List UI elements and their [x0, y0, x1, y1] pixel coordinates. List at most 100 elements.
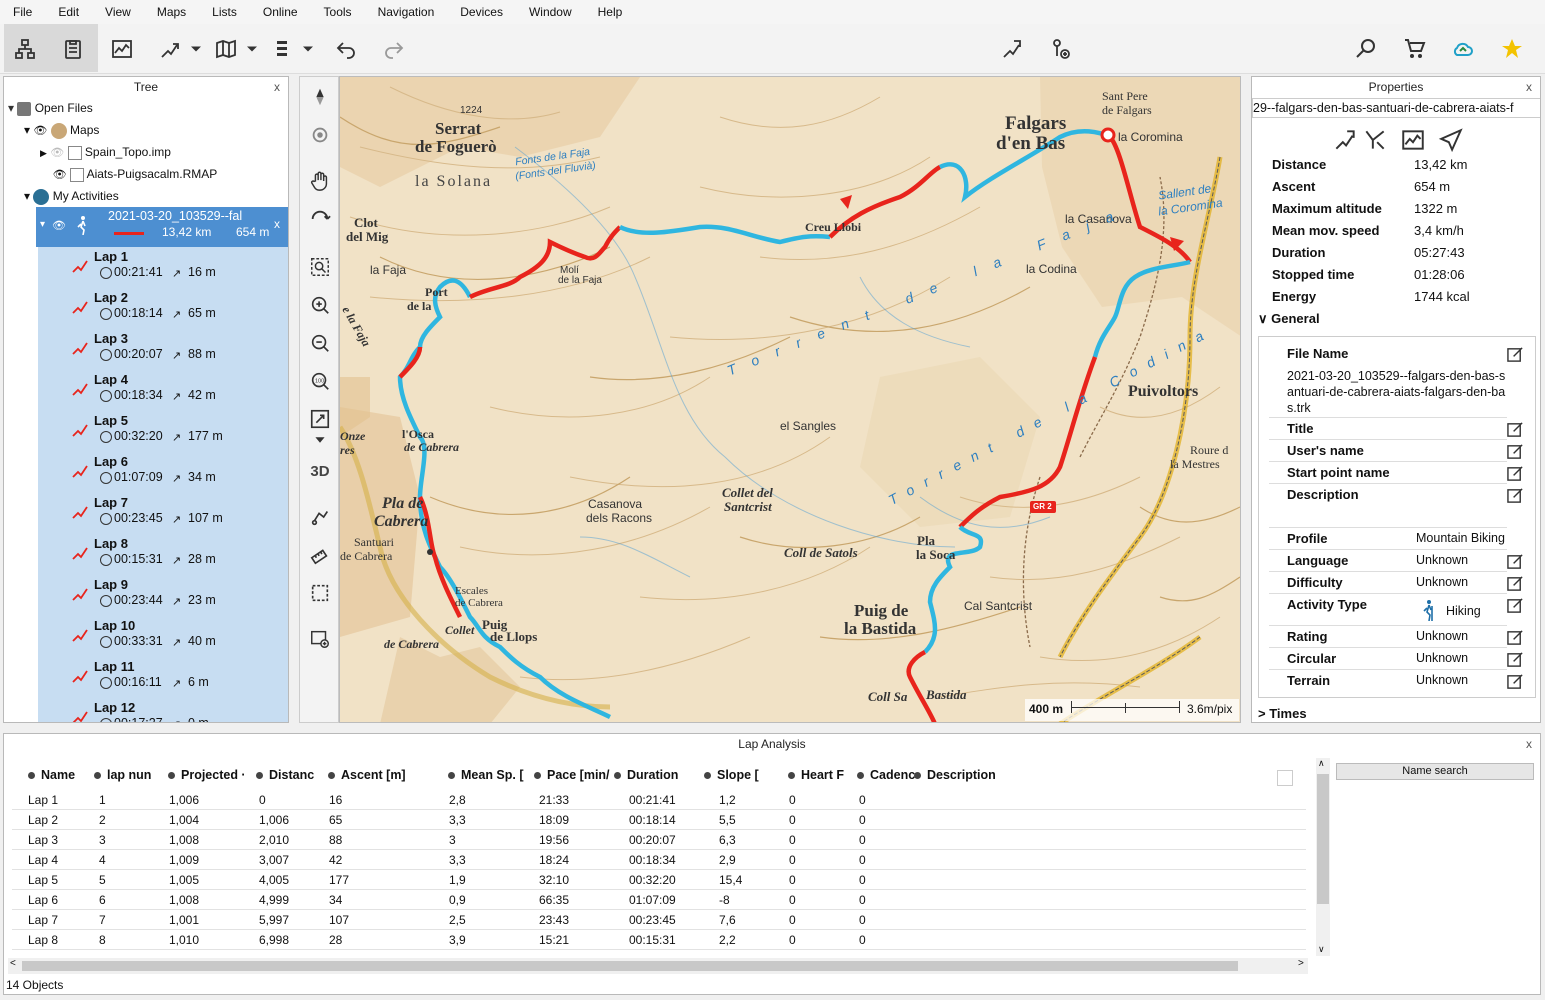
- clipboard-icon[interactable]: [53, 30, 93, 68]
- menu-maps[interactable]: Maps: [144, 5, 199, 19]
- eye-icon[interactable]: 👁: [33, 125, 47, 137]
- table-row[interactable]: Lap 7 7 1,001 5,997 107 2,5 23:43 00:23:45 7,6 0 0: [12, 910, 1306, 930]
- split-icon[interactable]: [1362, 127, 1388, 151]
- table-row[interactable]: Lap 3 3 1,008 2,010 88 3 19:56 00:20:07 6,3 0 0: [12, 830, 1306, 850]
- lap-tree-item[interactable]: Lap 5 00:32:20 ↗ 177 m: [38, 411, 288, 452]
- times-section[interactable]: > Times: [1258, 706, 1307, 721]
- chevron-down-icon[interactable]: [298, 30, 318, 68]
- select-area-icon[interactable]: [306, 579, 334, 607]
- compass-icon[interactable]: [306, 83, 334, 111]
- send-icon[interactable]: [1438, 127, 1464, 153]
- edit-icon[interactable]: [1507, 673, 1524, 690]
- edit-icon[interactable]: [1507, 651, 1524, 668]
- column-header[interactable]: Pace [min/: [534, 768, 610, 782]
- chevron-down-icon[interactable]: ▾: [40, 219, 45, 230]
- menu-help[interactable]: Help: [585, 5, 636, 19]
- map-view[interactable]: Serrat de Foguerò la Solana 1224 Fonts d…: [339, 76, 1241, 723]
- horizontal-scrollbar[interactable]: < >: [8, 958, 1308, 974]
- menu-online[interactable]: Online: [250, 5, 311, 19]
- track-tool-icon[interactable]: [150, 30, 190, 68]
- edit-icon[interactable]: [1507, 421, 1524, 438]
- map-icon[interactable]: [206, 30, 246, 68]
- zoom-area-icon[interactable]: [306, 253, 334, 281]
- track-edit-icon[interactable]: [1332, 127, 1358, 151]
- column-header[interactable]: Name: [28, 768, 75, 782]
- eye-hidden-icon[interactable]: 👁: [50, 147, 64, 159]
- zoom-out-icon[interactable]: [306, 329, 334, 357]
- scrollbar-thumb[interactable]: [22, 961, 1238, 971]
- lap-tree-item[interactable]: Lap 11 00:16:11 ↗ 6 m: [38, 657, 288, 698]
- close-icon[interactable]: x: [1526, 734, 1532, 754]
- scrollbar-thumb[interactable]: [1317, 774, 1329, 904]
- difficulty-value[interactable]: Unknown: [1416, 575, 1468, 589]
- tree-map-aiats[interactable]: ▶ 👁 Aiats-Puigsacalm.RMAP: [40, 163, 217, 185]
- close-icon[interactable]: x: [274, 77, 280, 97]
- route-tool-icon[interactable]: [306, 503, 334, 531]
- activity-item-selected[interactable]: ▾ 👁 2021-03-20_103529--fal 13,42 km 654 …: [36, 207, 288, 247]
- column-header[interactable]: lap nun: [94, 768, 151, 782]
- lap-tree-item[interactable]: Lap 1 00:21:41 ↗ 16 m: [38, 247, 288, 288]
- table-row[interactable]: Lap 6 6 1,008 4,999 34 0,9 66:35 01:07:09 -8 0 0: [12, 890, 1306, 910]
- chart-icon[interactable]: [1400, 127, 1426, 151]
- chart-icon[interactable]: [102, 30, 142, 68]
- hand-pan-icon[interactable]: [306, 167, 334, 195]
- menu-tools[interactable]: Tools: [311, 5, 365, 19]
- column-header[interactable]: Description: [914, 768, 996, 782]
- menu-file[interactable]: File: [0, 5, 45, 19]
- menu-lists[interactable]: Lists: [199, 5, 250, 19]
- column-header[interactable]: Cadenc: [857, 768, 915, 782]
- edit-icon[interactable]: [1507, 487, 1524, 504]
- column-header[interactable]: Heart F: [788, 768, 844, 782]
- table-row[interactable]: Lap 5 5 1,005 4,005 177 1,9 32:10 00:32:20 15,4 0…: [12, 870, 1306, 890]
- redo-icon[interactable]: [374, 30, 414, 68]
- zoom-in-icon[interactable]: [306, 291, 334, 319]
- language-value[interactable]: Unknown: [1416, 553, 1468, 567]
- chevron-right-icon[interactable]: >: [1298, 958, 1304, 969]
- lap-tree-item[interactable]: Lap 3 00:20:07 ↗ 88 m: [38, 329, 288, 370]
- rotate-icon[interactable]: [306, 205, 334, 233]
- lap-tree-item[interactable]: Lap 4 00:18:34 ↗ 42 m: [38, 370, 288, 411]
- zoom-100-icon[interactable]: 100: [306, 367, 334, 395]
- vertical-scrollbar[interactable]: ∧ ∨: [1316, 758, 1330, 956]
- tree-my-activities[interactable]: ▾ My Activities: [24, 185, 119, 207]
- chevron-left-icon[interactable]: <: [10, 958, 16, 969]
- chevron-down-icon[interactable]: ∨: [1318, 944, 1325, 955]
- tree-maps[interactable]: ▾ 👁 Maps: [24, 119, 99, 141]
- add-waypoint-icon[interactable]: [1040, 30, 1080, 68]
- lap-tree-item[interactable]: Lap 8 00:15:31 ↗ 28 m: [38, 534, 288, 575]
- table-row[interactable]: Lap 8 8 1,010 6,998 28 3,9 15:21 00:15:31 2,2 0 0: [12, 930, 1306, 950]
- tree-open-files[interactable]: ▾ Open Files: [8, 97, 93, 119]
- column-header[interactable]: Projected ·: [168, 768, 246, 782]
- ruler-icon[interactable]: [306, 541, 334, 569]
- table-row[interactable]: Lap 1 1 1,006 0 16 2,8 21:33 00:21:41 1,2 0 0: [12, 790, 1306, 810]
- column-header[interactable]: Duration: [614, 768, 678, 782]
- terrain-value[interactable]: Unknown: [1416, 673, 1468, 687]
- lap-tree-item[interactable]: Lap 2 00:18:14 ↗ 65 m: [38, 288, 288, 329]
- general-section[interactable]: ∨ General: [1258, 311, 1320, 327]
- column-header[interactable]: Slope [: [704, 768, 759, 782]
- send-track-icon[interactable]: [992, 30, 1032, 68]
- edit-icon[interactable]: [1507, 465, 1524, 482]
- edit-icon[interactable]: [1507, 597, 1524, 614]
- add-map-icon[interactable]: [306, 625, 334, 653]
- menu-view[interactable]: View: [92, 5, 144, 19]
- list-icon[interactable]: [262, 30, 302, 68]
- lap-tree-item[interactable]: Lap 1200:17:27 ↗ 0 m: [38, 698, 288, 722]
- lap-tree-item[interactable]: Lap 7 00:23:45 ↗ 107 m: [38, 493, 288, 534]
- edit-icon[interactable]: [1507, 553, 1524, 570]
- edit-icon[interactable]: [1507, 346, 1524, 363]
- table-row[interactable]: Lap 2 2 1,004 1,006 65 3,3 18:09 00:18:14 5,5 0 0: [12, 810, 1306, 830]
- profile-value[interactable]: Mountain Biking: [1416, 531, 1505, 545]
- column-header[interactable]: Distanc: [256, 768, 314, 782]
- edit-icon[interactable]: [1507, 443, 1524, 460]
- menu-edit[interactable]: Edit: [45, 5, 92, 19]
- circular-value[interactable]: Unknown: [1416, 651, 1468, 665]
- chevron-down-icon[interactable]: [242, 30, 262, 68]
- lap-tree-item[interactable]: Lap 10 00:33:31 ↗ 40 m: [38, 616, 288, 657]
- lap-tree-item[interactable]: Lap 6 01:07:09 ↗ 34 m: [38, 452, 288, 493]
- undo-icon[interactable]: [326, 30, 366, 68]
- search-icon[interactable]: [1346, 30, 1386, 68]
- menu-navigation[interactable]: Navigation: [365, 5, 448, 19]
- menu-window[interactable]: Window: [516, 5, 585, 19]
- cloud-sync-icon[interactable]: [1443, 30, 1483, 68]
